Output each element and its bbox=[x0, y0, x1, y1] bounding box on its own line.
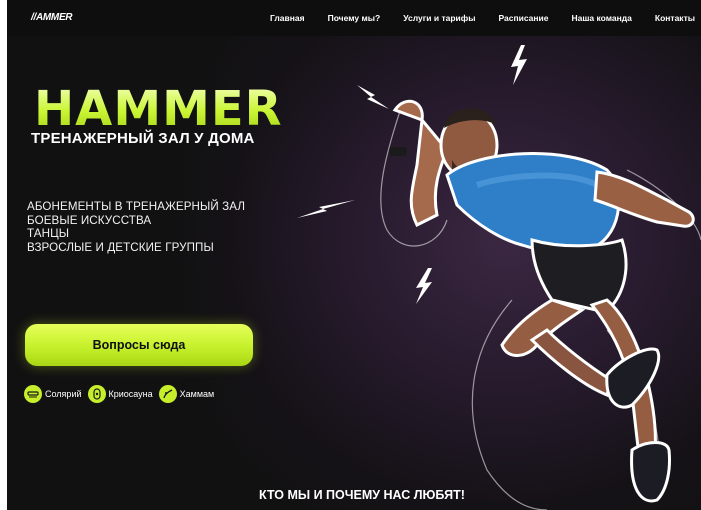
top-navigation-bar: //AMMER Главная Почему мы? Услуги и тари… bbox=[7, 0, 701, 36]
services-list: АБОНЕМЕНТЫ В ТРЕНАЖЕРНЫЙ ЗАЛ БОЕВЫЕ ИСКУ… bbox=[27, 200, 245, 254]
nav-item-why-us[interactable]: Почему мы? bbox=[328, 13, 381, 23]
amenity-label: Криосауна bbox=[108, 389, 153, 399]
solarium-icon bbox=[24, 385, 42, 403]
hero-title: HAMMER bbox=[34, 81, 283, 137]
amenity-solarium: Солярий bbox=[24, 385, 82, 403]
amenity-label: Хаммам bbox=[179, 389, 215, 399]
service-item: ТАНЦЫ bbox=[27, 227, 70, 240]
amenity-label: Солярий bbox=[45, 389, 82, 399]
nav-item-services-pricing[interactable]: Услуги и тарифы bbox=[403, 13, 475, 23]
hero-subtitle: ТРЕНАЖЕРНЫЙ ЗАЛ У ДОМА bbox=[31, 130, 255, 147]
nav-item-home[interactable]: Главная bbox=[270, 13, 305, 23]
service-item: БОЕВЫЕ ИСКУССТВА bbox=[27, 213, 152, 227]
nav-item-team[interactable]: Наша команда bbox=[571, 13, 631, 23]
amenities-row: Солярий Криосауна Хаммам bbox=[24, 385, 220, 403]
lightning-icon bbox=[297, 200, 355, 218]
nav-item-schedule[interactable]: Расписание bbox=[498, 13, 548, 23]
site-logo[interactable]: //AMMER bbox=[31, 12, 73, 23]
service-item: АБОНЕМЕНТЫ В ТРЕНАЖЕРНЫЙ ЗАЛ bbox=[27, 200, 246, 213]
section-heading: КТО МЫ И ПОЧЕМУ НАС ЛЮБЯТ! bbox=[259, 488, 465, 502]
amenity-hammam: Хаммам bbox=[158, 385, 215, 403]
questions-button[interactable]: Вопросы сюда bbox=[25, 324, 253, 366]
lightning-icon bbox=[511, 45, 527, 85]
lightning-icon bbox=[416, 268, 432, 304]
athlete-illustration bbox=[380, 99, 701, 510]
cryosauna-icon bbox=[87, 385, 106, 403]
hammam-icon bbox=[158, 385, 177, 403]
nav-item-contacts[interactable]: Контакты bbox=[655, 13, 695, 23]
lightning-icon bbox=[357, 85, 389, 109]
service-item: ВЗРОСЛЫЕ И ДЕТСКИЕ ГРУППЫ bbox=[27, 240, 214, 254]
hero-page: //AMMER Главная Почему мы? Услуги и тари… bbox=[7, 0, 701, 510]
amenity-cryosauna: Криосауна bbox=[87, 385, 153, 403]
main-nav: Главная Почему мы? Услуги и тарифы Распи… bbox=[247, 13, 695, 23]
